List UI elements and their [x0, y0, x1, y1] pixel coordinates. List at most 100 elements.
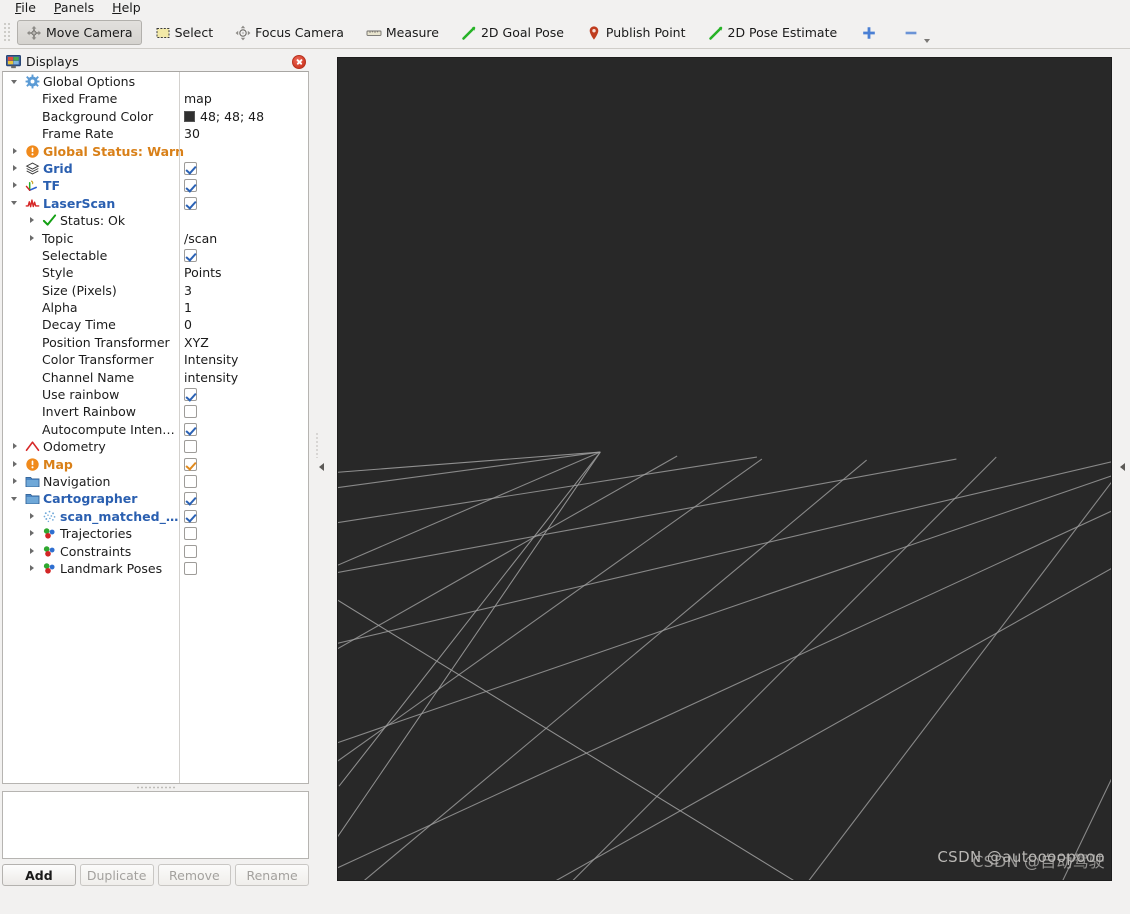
tree-row-checkbox[interactable]	[184, 509, 197, 523]
tree-row-value[interactable]: 0	[184, 316, 192, 333]
tree-row[interactable]: Invert Rainbow	[3, 403, 308, 420]
tool-add-tool-button[interactable]	[850, 20, 888, 45]
remove-button[interactable]: Remove	[157, 864, 232, 886]
collapse-left-dock-icon[interactable]	[317, 456, 326, 478]
close-icon[interactable]	[292, 54, 306, 69]
tree-row-checkbox[interactable]	[184, 405, 197, 419]
tree-row-checkbox[interactable]	[184, 161, 197, 175]
chevron-right-icon[interactable]	[28, 547, 37, 556]
tool-2d-goal-pose[interactable]: 2D Goal Pose	[452, 20, 573, 45]
tree-row-value[interactable]: /scan	[184, 230, 217, 247]
tree-row-value[interactable]: 30	[184, 125, 200, 142]
tool-2d-pose-estimate[interactable]: 2D Pose Estimate	[699, 20, 847, 45]
chevron-down-icon[interactable]	[11, 199, 20, 208]
tree-row-value[interactable]: 1	[184, 299, 192, 316]
menu-file[interactable]: FFileile	[6, 0, 45, 16]
tree-row[interactable]: Position Transformer XYZ	[3, 334, 308, 351]
tree-row[interactable]: Decay Time 0	[3, 316, 308, 333]
tree-row-checkbox[interactable]	[184, 561, 197, 575]
tree-row[interactable]: Color Transformer Intensity	[3, 351, 308, 368]
chevron-right-icon[interactable]	[11, 147, 20, 156]
tree-row[interactable]: Global Status: Warn	[3, 143, 308, 160]
tree-row-checkbox[interactable]	[184, 544, 197, 558]
menu-panels[interactable]: Panels	[45, 0, 103, 16]
tree-row[interactable]: Trajectories	[3, 525, 308, 542]
tree-row[interactable]: Landmark Poses	[3, 560, 308, 577]
tree-row[interactable]: Style Points	[3, 264, 308, 281]
tree-row-checkbox[interactable]	[184, 492, 197, 506]
chevron-down-icon[interactable]	[11, 77, 20, 86]
tree-row-checkbox[interactable]	[184, 196, 197, 210]
tree-row-checkbox[interactable]	[184, 527, 197, 541]
tree-row-checkbox[interactable]	[184, 457, 197, 471]
tool-measure[interactable]: Measure	[357, 20, 448, 45]
chevron-right-icon[interactable]	[28, 529, 37, 538]
tree-row[interactable]: Status: Ok	[3, 212, 308, 229]
tree-row[interactable]: Navigation	[3, 473, 308, 490]
displays-tree[interactable]: Global Options Fixed Frame map Background C…	[2, 71, 309, 784]
chevron-right-icon[interactable]	[28, 234, 37, 243]
tree-row[interactable]: Size (Pixels) 3	[3, 282, 308, 299]
right-dock-splitter[interactable]	[1114, 52, 1130, 882]
tree-row[interactable]: Constraints	[3, 543, 308, 560]
tree-row[interactable]: Channel Name intensity	[3, 369, 308, 386]
tree-row-checkbox[interactable]	[184, 422, 197, 436]
tool-remove-tool-button[interactable]	[892, 20, 931, 45]
tree-row[interactable]: Cartographer	[3, 490, 308, 507]
tool-publish-point[interactable]: Publish Point	[577, 20, 695, 45]
tree-column-splitter[interactable]	[179, 72, 180, 783]
menu-help[interactable]: Help	[103, 0, 150, 16]
tree-row-checkbox[interactable]	[184, 388, 197, 402]
tree-row[interactable]: TF	[3, 177, 308, 194]
chevron-right-icon[interactable]	[28, 512, 37, 521]
tool-focus-camera[interactable]: Focus Camera	[226, 20, 353, 45]
chevron-down-icon[interactable]	[924, 38, 931, 43]
tree-row[interactable]: Frame Rate 30	[3, 125, 308, 142]
tree-row[interactable]: Grid	[3, 160, 308, 177]
add-button[interactable]: Add	[2, 864, 76, 886]
tree-row[interactable]: LaserScan	[3, 195, 308, 212]
tree-row[interactable]: scan_matched_…	[3, 508, 308, 525]
displays-button-row: Add Duplicate Remove Rename	[2, 864, 309, 886]
tree-row[interactable]: Global Options	[3, 73, 308, 90]
tree-row-value[interactable]: map	[184, 90, 212, 107]
tree-row-checkbox[interactable]	[184, 248, 197, 262]
tree-row[interactable]: Odometry	[3, 438, 308, 455]
tree-row-value[interactable]: XYZ	[184, 334, 209, 351]
displays-horizontal-splitter[interactable]	[2, 784, 309, 791]
chevron-right-icon[interactable]	[11, 164, 20, 173]
left-dock-splitter[interactable]	[314, 52, 328, 882]
duplicate-button[interactable]: Duplicate	[79, 864, 154, 886]
collapse-right-dock-icon[interactable]	[1118, 456, 1127, 478]
tree-row[interactable]: Fixed Frame map	[3, 90, 308, 107]
tree-row[interactable]: Background Color 48; 48; 48	[3, 108, 308, 125]
toolbar-drag-handle[interactable]	[2, 21, 12, 43]
tree-row[interactable]: Topic/scan	[3, 230, 308, 247]
tree-row[interactable]: Alpha 1	[3, 299, 308, 316]
tree-row-checkbox[interactable]	[184, 179, 197, 193]
tree-row-value[interactable]: Points	[184, 264, 222, 281]
rename-button[interactable]: Rename	[235, 864, 309, 886]
chevron-down-icon[interactable]	[11, 494, 20, 503]
tree-row-value[interactable]: intensity	[184, 369, 238, 386]
chevron-right-icon[interactable]	[11, 181, 20, 190]
plus-icon	[861, 25, 877, 40]
tree-row[interactable]: Map	[3, 456, 308, 473]
tree-row[interactable]: Selectable	[3, 247, 308, 264]
tree-row-value[interactable]: 48; 48; 48	[200, 108, 264, 125]
chevron-right-icon[interactable]	[11, 442, 20, 451]
render-viewport-3d[interactable]: CSDN @自动驾驶 CSDN @autoooopooo	[337, 57, 1112, 881]
chevron-right-icon[interactable]	[11, 460, 20, 469]
tree-row-value[interactable]: Intensity	[184, 351, 238, 368]
tree-row-checkbox[interactable]	[184, 474, 197, 488]
tree-row-checkbox[interactable]	[184, 440, 197, 454]
chevron-right-icon[interactable]	[11, 477, 20, 486]
tree-row-value[interactable]: 3	[184, 282, 192, 299]
tool-select[interactable]: Select	[146, 20, 223, 45]
color-swatch[interactable]	[184, 110, 195, 122]
tool-move-camera[interactable]: Move Camera	[17, 19, 142, 45]
tree-row[interactable]: Use rainbow	[3, 386, 308, 403]
chevron-right-icon[interactable]	[28, 216, 37, 225]
tree-row[interactable]: Autocompute Inten…	[3, 421, 308, 438]
chevron-right-icon[interactable]	[28, 564, 37, 573]
